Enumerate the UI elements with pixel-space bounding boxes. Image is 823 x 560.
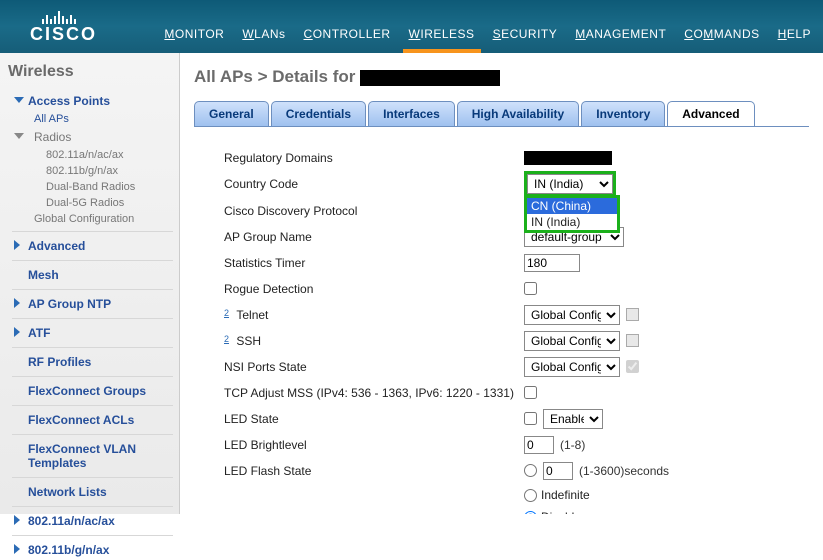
tab-inventory[interactable]: Inventory <box>581 101 665 126</box>
nav-security[interactable]: SECURITY <box>493 27 558 41</box>
sidebar-flexconnect-groups[interactable]: FlexConnect Groups <box>6 381 179 401</box>
sidebar-title: Wireless <box>8 63 179 81</box>
sidebar-ap-group-ntp[interactable]: AP Group NTP <box>6 294 179 314</box>
redacted-ap-name <box>360 70 500 86</box>
label-ssh: 2 SSH <box>224 334 524 348</box>
tab-advanced[interactable]: Advanced <box>667 101 754 126</box>
label-led-bright: LED Brightlevel <box>224 438 524 452</box>
led-flash-indef-radio[interactable] <box>524 489 537 502</box>
label-country-code: Country Code <box>224 177 524 191</box>
led-state-select[interactable]: Enable <box>543 409 603 429</box>
nsi-disabled-checkbox <box>626 360 639 373</box>
sidebar-mesh[interactable]: Mesh <box>6 265 179 285</box>
label-cdp: Cisco Discovery Protocol <box>224 204 524 218</box>
country-code-dropdown: CN (China) IN (India) <box>524 195 620 233</box>
stats-timer-input[interactable] <box>524 254 580 272</box>
nav-monitor[interactable]: MONITOR <box>164 27 224 41</box>
brand-text: CISCO <box>30 24 164 45</box>
sidebar-all-aps[interactable]: All APs <box>6 111 179 127</box>
telnet-select[interactable]: Global Config <box>524 305 620 325</box>
chevron-right-icon <box>14 327 20 337</box>
top-header: CISCO MONITOR WLANs CONTROLLER WIRELESS … <box>0 0 823 53</box>
label-telnet: 2 Telnet <box>224 308 524 322</box>
label-ap-group: AP Group Name <box>224 230 524 244</box>
sidebar-flexconnect-vlan[interactable]: FlexConnect VLAN Templates <box>6 439 179 473</box>
country-option-cn[interactable]: CN (China) <box>527 198 617 214</box>
sidebar-atf[interactable]: ATF <box>6 323 179 343</box>
label-disable: Disable <box>541 510 581 514</box>
sidebar-80211a[interactable]: 802.11a/n/ac/ax <box>6 511 179 531</box>
chevron-right-icon <box>14 544 20 554</box>
tcp-mss-checkbox[interactable] <box>524 386 537 399</box>
sidebar-flexconnect-acls[interactable]: FlexConnect ACLs <box>6 410 179 430</box>
country-option-in[interactable]: IN (India) <box>527 214 617 230</box>
tab-interfaces[interactable]: Interfaces <box>368 101 455 126</box>
nav-help[interactable]: HELP <box>778 27 811 41</box>
nav-commands[interactable]: COMMANDS <box>684 27 759 41</box>
tab-bar: General Credentials Interfaces High Avai… <box>194 101 809 127</box>
tab-credentials[interactable]: Credentials <box>271 101 366 126</box>
top-nav: MONITOR WLANs CONTROLLER WIRELESS SECURI… <box>164 27 823 53</box>
nsi-select[interactable]: Global Config <box>524 357 620 377</box>
country-code-highlight: IN (India) CN (China) IN (India) <box>524 171 616 197</box>
led-flash-seconds-radio[interactable] <box>524 464 537 477</box>
label-led-state: LED State <box>224 412 524 426</box>
led-state-checkbox[interactable] <box>524 412 537 425</box>
label-nsi: NSI Ports State <box>224 360 524 374</box>
brand-logo: CISCO <box>0 10 164 53</box>
sidebar-global-config[interactable]: Global Configuration <box>6 211 179 227</box>
chevron-right-icon <box>14 240 20 250</box>
led-bright-hint: (1-8) <box>560 438 585 452</box>
label-reg-domains: Regulatory Domains <box>224 151 524 165</box>
led-flash-input[interactable] <box>543 462 573 480</box>
sidebar-radio-dual-5g[interactable]: Dual-5G Radios <box>6 195 179 211</box>
sidebar: Wireless Access Points All APs Radios 80… <box>0 53 180 514</box>
sidebar-radio-dual-band[interactable]: Dual-Band Radios <box>6 179 179 195</box>
page-title: All APs > Details for <box>194 67 809 87</box>
nav-wireless[interactable]: WIRELESS <box>409 27 475 41</box>
label-tcp-mss: TCP Adjust MSS (IPv4: 536 - 1363, IPv6: … <box>224 386 524 400</box>
led-flash-disable-radio[interactable] <box>524 511 537 515</box>
ssh-disabled-checkbox <box>626 334 639 347</box>
sidebar-rf-profiles[interactable]: RF Profiles <box>6 352 179 372</box>
rogue-checkbox[interactable] <box>524 282 537 295</box>
sidebar-access-points[interactable]: Access Points <box>6 91 179 111</box>
tab-general[interactable]: General <box>194 101 269 126</box>
label-stats-timer: Statistics Timer <box>224 256 524 270</box>
led-bright-input[interactable] <box>524 436 554 454</box>
sidebar-80211b[interactable]: 802.11b/g/n/ax <box>6 540 179 560</box>
sidebar-advanced[interactable]: Advanced <box>6 236 179 256</box>
chevron-down-icon <box>14 97 24 103</box>
sidebar-radios[interactable]: Radios <box>6 127 179 147</box>
form-area: Regulatory Domains Country Code IN (Indi… <box>194 127 809 514</box>
telnet-disabled-checkbox <box>626 308 639 321</box>
chevron-down-icon <box>14 133 24 139</box>
chevron-right-icon <box>14 515 20 525</box>
redacted-reg-domains <box>524 151 612 165</box>
cisco-bars-icon <box>42 10 164 24</box>
label-rogue: Rogue Detection <box>224 282 524 296</box>
tab-high-availability[interactable]: High Availability <box>457 101 579 126</box>
sidebar-radio-80211a[interactable]: 802.11a/n/ac/ax <box>6 147 179 163</box>
led-flash-hint: (1-3600)seconds <box>579 464 669 478</box>
nav-wlans[interactable]: WLANs <box>242 27 285 41</box>
sidebar-radio-80211b[interactable]: 802.11b/g/n/ax <box>6 163 179 179</box>
content-area: All APs > Details for General Credential… <box>180 53 823 514</box>
footnote-link[interactable]: 2 <box>224 308 229 318</box>
country-code-select[interactable]: IN (India) <box>527 174 613 194</box>
nav-management[interactable]: MANAGEMENT <box>575 27 666 41</box>
sidebar-network-lists[interactable]: Network Lists <box>6 482 179 502</box>
ssh-select[interactable]: Global Config <box>524 331 620 351</box>
label-led-flash: LED Flash State <box>224 464 524 478</box>
label-indef: Indefinite <box>541 488 590 502</box>
footnote-link[interactable]: 2 <box>224 334 229 344</box>
nav-controller[interactable]: CONTROLLER <box>304 27 391 41</box>
chevron-right-icon <box>14 298 20 308</box>
